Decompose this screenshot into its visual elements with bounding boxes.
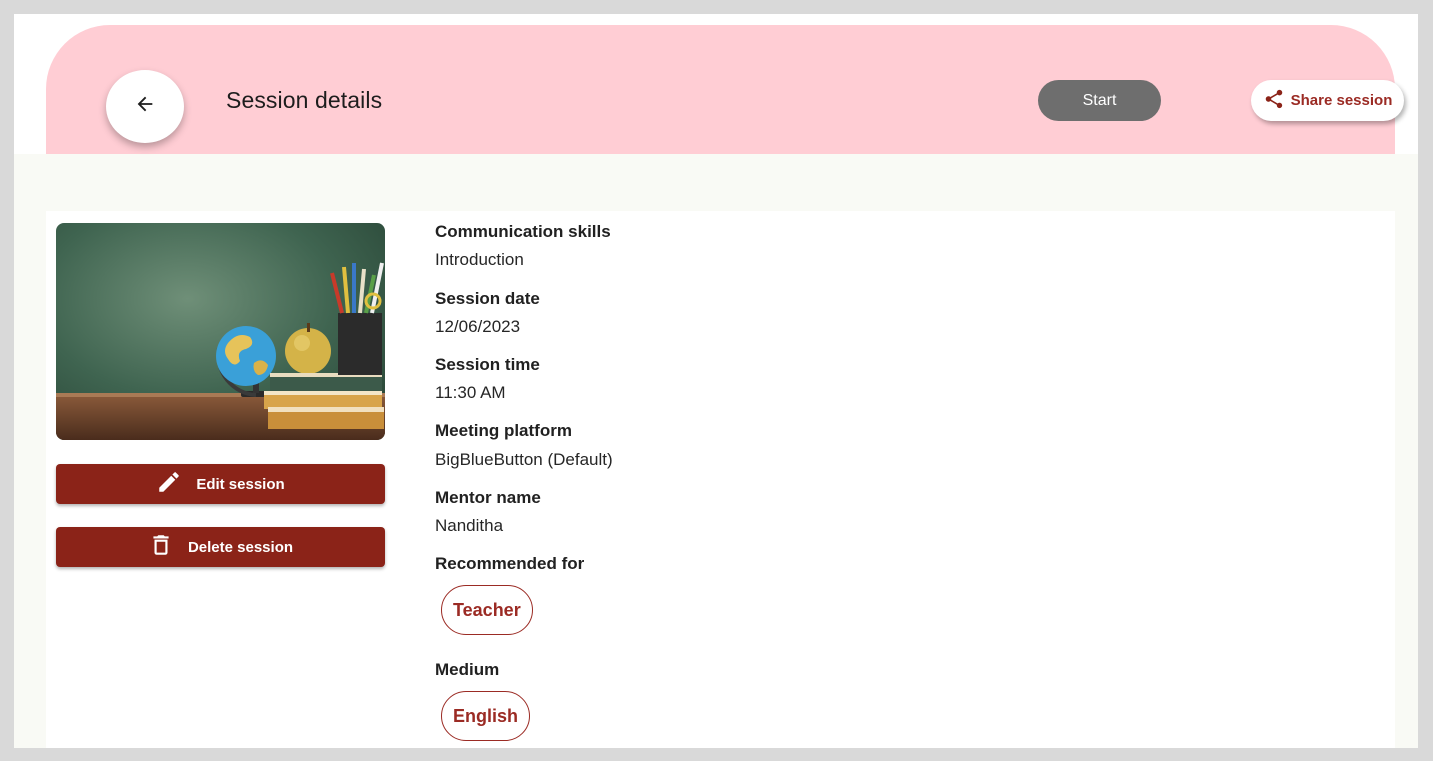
recommended-for-label: Recommended for [435,554,585,573]
medium-label: Medium [435,660,500,679]
session-subtitle: Introduction [435,250,524,269]
edit-session-label: Edit session [196,475,285,493]
session-time-value: 11:30 AM [435,383,506,402]
delete-session-label: Delete session [187,538,294,556]
session-date-label: Session date [435,289,540,308]
session-date-value: 12/06/2023 [435,317,521,336]
edit-session-button[interactable]: Edit session [56,464,385,504]
session-title: Communication skills [435,222,611,241]
session-time-label: Session time [435,355,540,374]
session-content: Edit session Delete session Communicatio… [46,211,1395,748]
delete-session-button[interactable]: Delete session [56,527,385,567]
recommended-chip: Teacher [441,585,533,635]
page-title: Session details [226,87,383,113]
medium-chip: English [441,691,531,741]
trash-icon [148,532,174,562]
back-button[interactable] [106,70,184,143]
mentor-name-label: Mentor name [435,488,541,507]
app-frame: Session details Start Share session Edit… [14,14,1418,748]
share-icon [1263,88,1285,114]
start-button[interactable]: Start [1038,80,1161,121]
session-cover-image [56,223,385,440]
arrow-left-icon [134,93,156,120]
page-header: Session details Start Share session [46,25,1404,154]
share-session-label: Share session [1290,92,1393,109]
start-button-label: Start [1082,91,1117,109]
mentor-name-value: Nanditha [435,516,504,535]
meeting-platform-label: Meeting platform [435,421,572,440]
share-session-button[interactable]: Share session [1251,80,1404,121]
pencil-icon [156,469,182,499]
meeting-platform-value: BigBlueButton (Default) [435,450,613,469]
